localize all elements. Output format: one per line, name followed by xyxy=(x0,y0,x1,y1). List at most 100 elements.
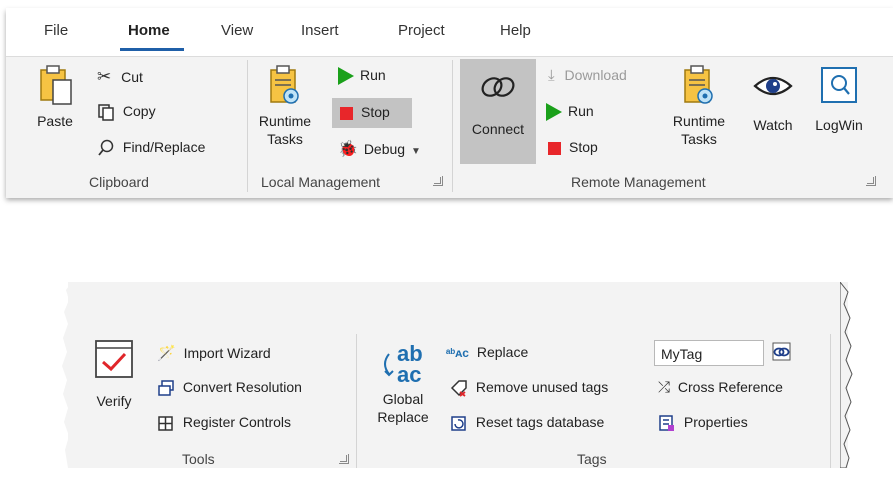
stop-icon xyxy=(340,106,353,120)
link-icon xyxy=(772,342,791,361)
debug-label: Debug xyxy=(363,141,406,157)
local-runtime-tasks-button[interactable]: Runtime Tasks xyxy=(254,64,316,148)
magic-wand-icon: 🪄 xyxy=(157,345,176,362)
chevron-down-icon: ▼ xyxy=(410,146,421,157)
runtime-tasks-icon xyxy=(270,65,299,104)
convert-resolution-label: Convert Resolution xyxy=(182,379,302,395)
watch-label: Watch xyxy=(753,117,793,133)
import-wizard-label: Import Wizard xyxy=(183,345,271,361)
run-label: Run xyxy=(568,103,594,119)
register-controls-button[interactable]: Register Controls xyxy=(157,414,291,432)
remote-management-group-label: Remote Management xyxy=(571,174,706,190)
tab-file[interactable]: File xyxy=(44,22,68,39)
replace-button[interactable]: ᵃᵇᴀᴄ Replace xyxy=(446,344,528,360)
checkmark-icon xyxy=(95,340,133,378)
play-icon xyxy=(338,67,354,86)
tag-remove-icon xyxy=(450,380,467,397)
global-replace-label-line2: Replace xyxy=(377,409,429,425)
remote-management-dialog-launcher-icon[interactable] xyxy=(866,176,876,186)
replace-label: Replace xyxy=(476,344,529,360)
remove-unused-tags-label: Remove unused tags xyxy=(475,379,609,395)
tag-browse-button[interactable] xyxy=(771,341,793,366)
runtime-tasks-label-line1: Runtime xyxy=(672,113,726,129)
runtime-tasks-label-line2: Tasks xyxy=(681,131,717,147)
svg-text:ac: ac xyxy=(397,362,421,386)
convert-resolution-button[interactable]: Convert Resolution xyxy=(157,379,302,397)
local-run-button[interactable]: Run xyxy=(338,67,386,86)
copy-button[interactable]: Copy xyxy=(97,103,156,122)
stop-label: Stop xyxy=(569,139,598,155)
logwin-button[interactable]: LogWin xyxy=(808,64,870,134)
cross-reference-button[interactable]: ⤮ Cross Reference xyxy=(658,379,783,396)
text-replace-icon: ab ac xyxy=(384,341,423,387)
cut-label: Cut xyxy=(121,69,143,85)
paste-button[interactable]: Paste xyxy=(28,64,82,130)
group-separator xyxy=(247,60,248,192)
properties-icon xyxy=(659,415,674,432)
logwin-label: LogWin xyxy=(815,117,863,133)
convert-resolution-icon xyxy=(158,380,174,397)
cut-button[interactable]: ✂ Cut xyxy=(97,67,143,87)
tab-help[interactable]: Help xyxy=(500,22,531,39)
tab-home[interactable]: Home xyxy=(128,22,170,39)
properties-button[interactable]: Properties xyxy=(658,414,748,432)
local-stop-button[interactable]: Stop xyxy=(340,104,390,120)
run-label: Run xyxy=(360,67,386,83)
remote-runtime-tasks-button[interactable]: Runtime Tasks xyxy=(664,64,734,148)
tags-group-label: Tags xyxy=(577,451,607,467)
cross-reference-label: Cross Reference xyxy=(677,379,783,395)
tab-view[interactable]: View xyxy=(221,22,253,39)
tab-insert[interactable]: Insert xyxy=(301,22,339,39)
scissors-icon: ✂ xyxy=(97,67,112,86)
reset-database-icon xyxy=(451,416,466,432)
copy-label: Copy xyxy=(122,103,156,119)
tools-group-label: Tools xyxy=(182,451,215,467)
debug-dropdown-button[interactable]: 🐞 Debug ▼ xyxy=(338,139,421,159)
paste-label: Paste xyxy=(37,113,73,129)
group-separator xyxy=(830,334,831,468)
find-replace-label: Find/Replace xyxy=(122,139,206,155)
connect-button[interactable]: Connect xyxy=(460,66,536,138)
stop-icon xyxy=(548,141,561,155)
remove-unused-tags-button[interactable]: Remove unused tags xyxy=(450,379,608,397)
eye-icon xyxy=(753,76,793,96)
properties-label: Properties xyxy=(683,414,748,430)
register-controls-label: Register Controls xyxy=(182,414,292,430)
tag-name-input[interactable]: MyTag xyxy=(654,340,764,366)
global-replace-button[interactable]: ab ac Global Replace xyxy=(368,340,438,426)
paste-icon xyxy=(40,65,72,105)
remote-run-button[interactable]: Run xyxy=(546,103,594,122)
tab-project[interactable]: Project xyxy=(398,22,445,39)
download-label: Download xyxy=(564,67,627,83)
ribbon-bottom-panel xyxy=(68,282,848,468)
runtime-tasks-icon xyxy=(684,65,713,104)
stop-label: Stop xyxy=(361,104,390,120)
torn-edge-right xyxy=(840,282,853,468)
group-separator xyxy=(356,334,357,468)
search-icon xyxy=(98,140,114,156)
link-icon xyxy=(481,77,515,97)
verify-label: Verify xyxy=(96,393,132,409)
global-replace-label-line1: Global xyxy=(382,391,424,407)
clipboard-group-label: Clipboard xyxy=(89,174,149,190)
bug-icon: 🐞 xyxy=(338,141,358,158)
remote-stop-button[interactable]: Stop xyxy=(548,139,598,155)
log-window-icon xyxy=(821,67,857,103)
connect-label: Connect xyxy=(471,121,525,137)
download-icon: ⤓ xyxy=(548,67,555,84)
import-wizard-button[interactable]: 🪄 Import Wizard xyxy=(157,344,271,362)
local-management-group-label: Local Management xyxy=(261,174,381,190)
find-replace-button[interactable]: Find/Replace xyxy=(97,139,205,157)
runtime-tasks-label-line2: Tasks xyxy=(267,131,303,147)
watch-button[interactable]: Watch xyxy=(745,66,801,134)
grid-icon xyxy=(158,416,173,432)
copy-icon xyxy=(98,104,114,122)
verify-button[interactable]: Verify xyxy=(88,338,140,410)
tools-dialog-launcher-icon[interactable] xyxy=(339,454,349,464)
group-separator xyxy=(452,60,453,192)
local-management-dialog-launcher-icon[interactable] xyxy=(433,176,443,186)
shuffle-icon: ⤮ xyxy=(658,379,671,396)
download-button[interactable]: ⤓ Download xyxy=(548,67,627,84)
ribbon-tab-bar: File Home View Insert Project Help xyxy=(6,8,893,56)
reset-tags-database-button[interactable]: Reset tags database xyxy=(450,414,604,432)
